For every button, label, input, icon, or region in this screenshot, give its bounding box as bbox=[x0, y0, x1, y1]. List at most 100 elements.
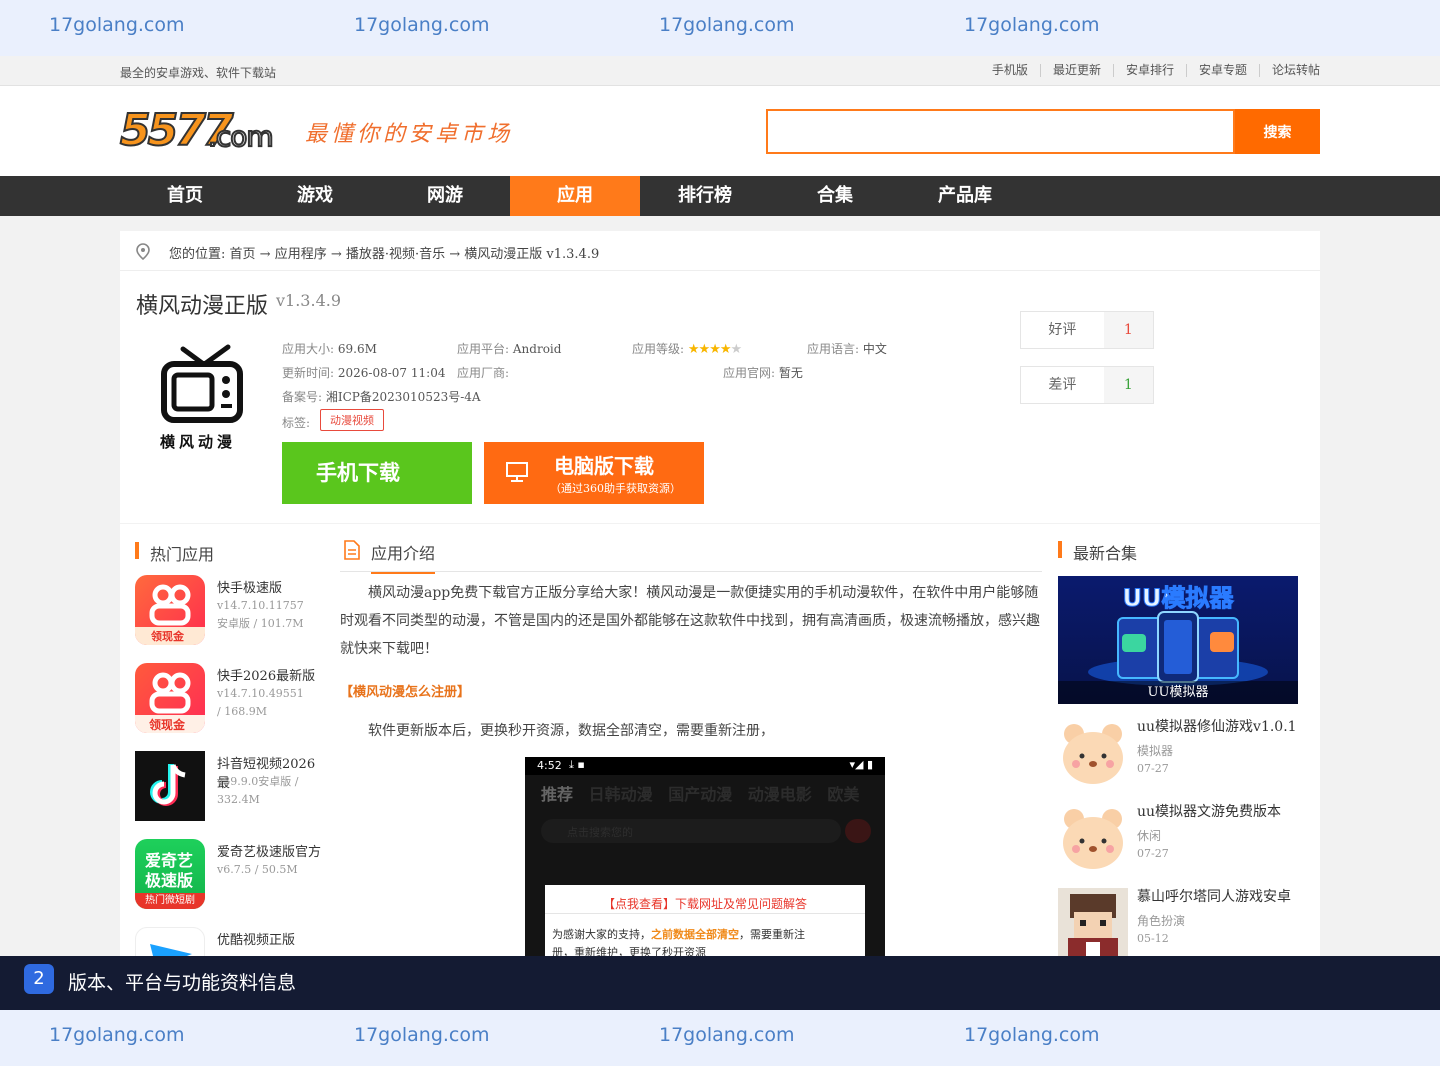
meta-rating: 应用等级: ★★★★★ bbox=[632, 342, 742, 357]
kuaishou-badge: 领现金 bbox=[151, 630, 184, 643]
pc-download-button[interactable]: 电脑版下载 （通过360助手获取资源） bbox=[484, 442, 704, 504]
star-filled-icon: ★ bbox=[698, 342, 711, 357]
collection-cover[interactable]: UU模拟器 UU模拟器 bbox=[1058, 576, 1298, 704]
vote-bad-label: 差评 bbox=[1048, 377, 1077, 393]
iqiyi-badge: 热门微短剧 bbox=[135, 893, 205, 909]
breadcrumb-path[interactable]: 首页 → 应用程序 → 播放器·视频·音乐 → 横风动漫正版 v1.3.4.9 bbox=[230, 247, 600, 262]
hot-app-meta: v14.7.10.49551 / 168.9M bbox=[217, 687, 304, 718]
hot-app-item[interactable]: 爱奇艺 极速版 热门微短剧 爱奇艺极速版官方 v6.7.5 / 50.5M bbox=[135, 839, 325, 913]
top-link-mobile[interactable]: 手机版 bbox=[980, 64, 1040, 77]
search-input[interactable] bbox=[766, 109, 1235, 154]
vote-good[interactable]: 好评 1 bbox=[1020, 311, 1154, 349]
status-bar: 4:52 ⤓ ▪ ▾◢ ▮ bbox=[525, 757, 885, 775]
hot-app-name: 爱奇艺极速版官方 bbox=[217, 845, 322, 860]
download-icon: ⤓ ▪ bbox=[569, 758, 585, 771]
logo-com-text: .com bbox=[207, 119, 275, 154]
location-pin-icon bbox=[136, 243, 150, 260]
document-icon bbox=[344, 540, 360, 560]
nav-apps[interactable]: 应用 bbox=[510, 176, 640, 216]
section-bar bbox=[135, 542, 139, 559]
breadcrumb-text: 您的位置: 首页 → 应用程序 → 播放器·视频·音乐 → 横风动漫正版 v1.… bbox=[169, 243, 599, 262]
hot-apps-title: 热门应用 bbox=[150, 545, 215, 564]
collection-date: 05-12 bbox=[1137, 932, 1169, 945]
watermark-text: 17golang.com bbox=[964, 1024, 1100, 1046]
watermark-text: 17golang.com bbox=[659, 14, 795, 36]
hot-app-name: 快手极速版 bbox=[217, 581, 283, 596]
hot-app-item[interactable]: 优酷视频正版 bbox=[135, 927, 325, 956]
breadcrumb: 您的位置: 首页 → 应用程序 → 播放器·视频·音乐 → 横风动漫正版 v1.… bbox=[120, 231, 1320, 271]
bear-icon bbox=[1063, 724, 1123, 784]
hot-app-meta: v14.7.10.11757安卓版 / 101.7M bbox=[217, 599, 304, 630]
intro-paragraph: 横风动漫app免费下载官方正版分享给大家！横风动漫是一款便捷实用的手机动漫软件，… bbox=[340, 585, 1040, 657]
pc-download-label: 电脑版下载 bbox=[554, 454, 654, 478]
nav-home[interactable]: 首页 bbox=[120, 176, 250, 216]
signal-icon: ▾◢ ▮ bbox=[849, 758, 873, 771]
nav-collections[interactable]: 合集 bbox=[770, 176, 900, 216]
meta-size: 应用大小: 69.6M bbox=[282, 342, 377, 356]
search-button[interactable]: 搜索 bbox=[1235, 109, 1320, 154]
watermark-text: 17golang.com bbox=[49, 1024, 185, 1046]
collection-item[interactable]: uu模拟器文游免费版本 休闲 07-27 bbox=[1058, 803, 1308, 875]
collection-item[interactable]: 慕山呼尔塔同人游戏安卓 角色扮演 05-12 bbox=[1058, 888, 1308, 956]
hot-app-meta: v6.7.5 / 50.5M bbox=[217, 863, 298, 876]
collection-item[interactable]: uu模拟器修仙游戏v1.0.1 模拟器 07-27 bbox=[1058, 718, 1308, 790]
nav-rankings[interactable]: 排行榜 bbox=[640, 176, 770, 216]
collection-category: 模拟器 bbox=[1137, 744, 1174, 758]
collection-category: 休闲 bbox=[1137, 829, 1162, 843]
hot-app-name: 优酷视频正版 bbox=[217, 933, 296, 948]
star-filled-icon: ★ bbox=[709, 342, 721, 357]
app-title: 横风动漫正版 bbox=[136, 294, 269, 319]
section-bar bbox=[1058, 541, 1062, 558]
top-links: 手机版 最近更新 安卓排行 安卓专题 论坛转帖 bbox=[980, 64, 1320, 77]
hot-app-name: 快手2026最新版 bbox=[217, 669, 316, 684]
cover-caption: UU模拟器 bbox=[1058, 681, 1298, 704]
bottom-caption-bar: 2 版本、平台与功能资料信息 bbox=[0, 956, 1440, 1010]
main-nav: 首页 游戏 网游 应用 排行榜 合集 产品库 bbox=[0, 176, 1440, 216]
kuaishou-badge: 领现金 bbox=[149, 718, 186, 732]
collections-title: 最新合集 bbox=[1073, 544, 1138, 563]
vote-good-count: 1 bbox=[1103, 312, 1153, 348]
hot-app-item[interactable]: 领现金 快手极速版 v14.7.10.11757安卓版 / 101.7M bbox=[135, 575, 325, 649]
nav-games[interactable]: 游戏 bbox=[250, 176, 380, 216]
top-link-forum[interactable]: 论坛转帖 bbox=[1258, 64, 1320, 77]
kuaishou-icon: 领现金 bbox=[135, 663, 205, 733]
collection-date: 07-27 bbox=[1137, 847, 1169, 860]
site-slogan: 最全的安卓游戏、软件下载站 bbox=[120, 66, 277, 80]
watermark-text: 17golang.com bbox=[354, 14, 490, 36]
vote-bad[interactable]: 差评 1 bbox=[1020, 366, 1154, 404]
breadcrumb-prefix: 您的位置: bbox=[169, 247, 226, 262]
tag-anime-video[interactable]: 动漫视频 bbox=[320, 409, 384, 431]
collection-name: uu模拟器文游免费版本 bbox=[1137, 804, 1282, 820]
watermark-text: 17golang.com bbox=[354, 1024, 490, 1046]
watermark-text: 17golang.com bbox=[964, 14, 1100, 36]
content-area: 热门应用 领现金 快手极速版 v14.7.10.11757安卓版 / 101.7… bbox=[120, 524, 1320, 956]
star-filled-icon: ★ bbox=[719, 342, 732, 357]
status-time: 4:52 bbox=[537, 759, 562, 772]
top-link-recent[interactable]: 最近更新 bbox=[1039, 64, 1113, 77]
hot-app-item[interactable]: 抖音短视频2026最 v39.9.0安卓版 / 332.4M bbox=[135, 751, 325, 825]
intro-paragraph-2: 软件更新版本后，更换秒开资源，数据全部清空，需要重新注册， bbox=[368, 723, 774, 739]
vote-bad-count: 1 bbox=[1103, 367, 1153, 403]
screenshot-search: 点击搜索您的 bbox=[541, 819, 841, 843]
intro-title: 应用介绍 bbox=[371, 540, 436, 574]
collection-name: 慕山呼尔塔同人游戏安卓 bbox=[1137, 889, 1291, 905]
meta-tags-label: 标签: bbox=[282, 416, 311, 430]
top-bar: 最全的安卓游戏、软件下载站 手机版 最近更新 安卓排行 安卓专题 论坛转帖 bbox=[0, 56, 1440, 86]
nav-online-games[interactable]: 网游 bbox=[380, 176, 510, 216]
hot-app-item[interactable]: 领现金 快手2026最新版 v14.7.10.49551 / 168.9M bbox=[135, 663, 325, 737]
watermark-text: 17golang.com bbox=[49, 14, 185, 36]
screenshot-tabs: 推荐 日韩动漫 国产动漫 动漫电影 欧美 bbox=[541, 785, 860, 804]
meta-vendor: 应用厂商: bbox=[457, 366, 510, 380]
app-screenshot: 4:52 ⤓ ▪ ▾◢ ▮ 推荐 日韩动漫 国产动漫 动漫电影 欧美 点击搜索您… bbox=[525, 757, 885, 956]
youku-icon bbox=[135, 927, 205, 956]
top-link-topics[interactable]: 安卓专题 bbox=[1185, 64, 1259, 77]
site-logo[interactable]: 5577 .com bbox=[119, 105, 280, 157]
meta-updated: 更新时间: 2026-08-07 11:04 bbox=[282, 366, 446, 380]
phone-download-button[interactable]: 手机下载 bbox=[282, 442, 472, 504]
nav-products[interactable]: 产品库 bbox=[900, 176, 1030, 216]
top-link-ranking[interactable]: 安卓排行 bbox=[1112, 64, 1186, 77]
tv-icon bbox=[161, 344, 243, 423]
intro-subhead: 【横风动漫怎么注册】 bbox=[340, 685, 471, 700]
search-box: 搜索 bbox=[766, 109, 1320, 154]
meta-platform: 应用平台: Android bbox=[457, 342, 562, 356]
